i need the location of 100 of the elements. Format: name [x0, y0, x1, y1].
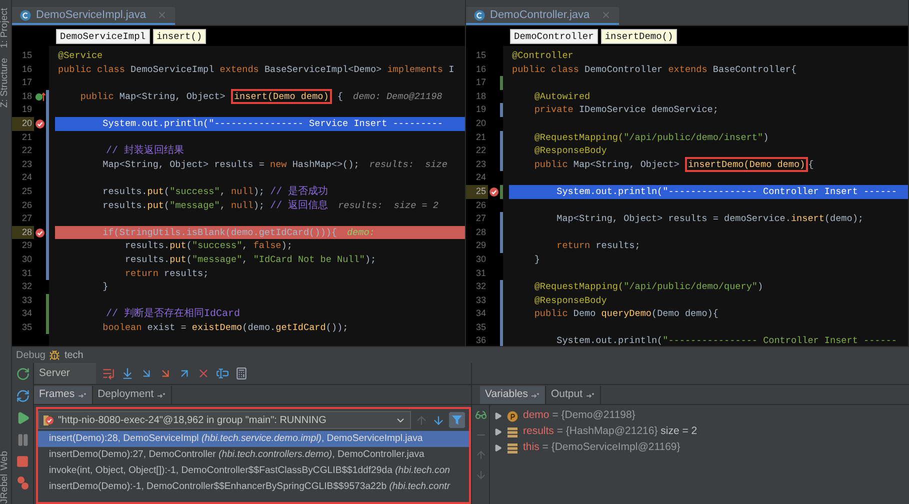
pin-icon[interactable] — [586, 392, 595, 398]
down-arrow-icon[interactable] — [432, 414, 445, 426]
code-line: @RequestMapping("/api/public/demo/insert") — [533, 130, 770, 144]
line-number: 16 — [20, 62, 33, 76]
line-number: 27 — [474, 212, 487, 226]
resume-icon[interactable] — [16, 411, 30, 425]
line-number: 29 — [474, 239, 487, 252]
close-icon[interactable] — [157, 10, 168, 20]
line-number: 33 — [20, 294, 33, 307]
show-execution-point-icon[interactable] — [102, 367, 115, 380]
code-line: return results; — [124, 266, 210, 280]
panel-tab[interactable]: Deployment — [92, 386, 172, 404]
run-to-cursor-icon[interactable] — [216, 367, 229, 380]
file-name: DemoController.java — [490, 8, 590, 23]
pin-icon[interactable] — [531, 392, 540, 398]
line-number: 19 — [474, 103, 487, 116]
pin-icon[interactable] — [78, 392, 87, 398]
panel-tab[interactable]: Variables — [480, 386, 546, 404]
code-line: @Autowired — [533, 90, 592, 104]
line-number: 19 — [20, 103, 33, 116]
file-name: DemoServiceImpl.java — [36, 8, 146, 23]
breakpoint-icon[interactable] — [489, 186, 499, 197]
line-number: 16 — [474, 62, 487, 76]
code-line: @Service — [57, 49, 104, 63]
stop-icon[interactable] — [16, 455, 29, 468]
run-config-name[interactable]: tech — [64, 348, 84, 362]
filter-icon[interactable] — [449, 412, 465, 428]
parameter-icon — [507, 410, 518, 422]
code-line: @ResponseBody — [533, 294, 608, 308]
force-step-into-icon[interactable] — [159, 367, 172, 380]
line-number: 25 — [20, 184, 33, 198]
code-line: boolean exist = existDemo(demo.getIdCard()); — [102, 320, 350, 334]
refresh-icon[interactable] — [16, 389, 30, 403]
line-number: 21 — [20, 130, 33, 144]
thread-dropdown[interactable]: "http-nio-8080-exec-24"@18,962 in group "main": RUNNING — [38, 411, 411, 429]
line-number: 30 — [474, 252, 487, 266]
pause-icon[interactable] — [16, 433, 30, 447]
breadcrumb-item[interactable]: insert() — [152, 28, 206, 44]
variable-text: this = {DemoServiceImpl@21169} — [523, 440, 680, 456]
breadcrumb-item[interactable]: DemoServiceImpl — [56, 28, 150, 44]
code-line: Map<String, Object> results = new HashMap<>(); results: size — [102, 158, 448, 172]
stack-frame[interactable]: insert(Demo):28, DemoServiceImpl (hbi.tech.service.demo.impl), DemoServiceImpl.java — [38, 431, 469, 447]
code-line: results.put("message", null); // 返回信息 results: size = 2 — [102, 198, 440, 212]
line-number: 31 — [20, 266, 33, 280]
stacked-bars-icon — [507, 426, 518, 438]
evaluate-icon[interactable] — [235, 367, 248, 380]
line-number: 23 — [20, 158, 33, 171]
session-tab[interactable]: Server — [34, 363, 96, 384]
code-line: public Map<String, Object> insertDemo(Demo demo) { — [533, 158, 815, 172]
file-tab[interactable]: DemoController.java — [466, 7, 619, 25]
code-line: results.put("message", "IdCard Not be Null"); — [124, 252, 378, 266]
line-number: 22 — [474, 144, 487, 158]
code-line: private IDemoService demoService; — [533, 103, 720, 117]
drop-frame-icon[interactable] — [197, 367, 210, 380]
code-line: public class DemoController extends BaseController{ — [511, 62, 798, 76]
breakpoint-icon[interactable] — [35, 118, 45, 129]
code-line: // 判断是否存在相同IdCard — [105, 307, 242, 321]
line-number: 15 — [20, 49, 33, 62]
line-number: 25 — [466, 184, 488, 199]
step-into-icon[interactable] — [140, 367, 153, 380]
code-line: } — [533, 252, 541, 266]
line-number: 30 — [20, 252, 33, 266]
line-number: 28 — [474, 226, 487, 239]
close-icon[interactable] — [600, 10, 611, 20]
stack-frame[interactable]: invoke(int, Object, Object[]):-1, DemoController$$FastClassByCGLIB$$1ddf29da (hbi.tech.con — [38, 463, 469, 479]
breakpoint-icon[interactable] — [35, 228, 45, 238]
line-number: 22 — [20, 144, 33, 158]
stack-frame[interactable]: insertDemo(Demo):27, DemoController (hbi.tech.controllers.demo), DemoController.java — [38, 447, 469, 463]
line-number: 26 — [20, 198, 33, 212]
up-arrow-badge-icon[interactable] — [34, 92, 46, 102]
breakpoints-icon[interactable] — [16, 476, 30, 490]
line-number: 26 — [474, 198, 487, 212]
panel-tab[interactable]: Frames — [34, 386, 93, 404]
code-line: public class DemoServiceImpl extends BaseServiceImpl<Demo> implements I — [57, 62, 456, 76]
line-number: 35 — [474, 320, 487, 334]
line-number: 35 — [20, 320, 33, 334]
file-tab[interactable]: DemoServiceImpl.java — [12, 7, 176, 25]
breadcrumb-item[interactable]: DemoController — [510, 28, 598, 44]
breadcrumb-item[interactable]: insertDemo() — [600, 28, 678, 44]
code-line: results.put("success", null); // 是否成功 — [102, 184, 330, 199]
code-line: return results; — [556, 239, 642, 253]
line-number: 29 — [20, 239, 33, 252]
line-number: 18 — [20, 90, 33, 103]
pin-icon[interactable] — [156, 392, 166, 398]
line-number: 34 — [20, 307, 33, 320]
line-number: 32 — [20, 280, 33, 294]
code-line: public Demo queryDemo(Demo demo){ — [533, 307, 720, 321]
variable-text: demo = {Demo@21198} — [523, 408, 636, 424]
line-number: 17 — [474, 76, 487, 90]
line-number: 24 — [474, 171, 487, 184]
code-line: results.put("success", false); — [124, 239, 294, 253]
stack-frame[interactable]: insertDemo(Demo):-1, DemoController$$EnhancerBySpringCGLIB$$9573a22b (hbi.tech.contr — [38, 479, 469, 495]
line-number: 27 — [20, 212, 33, 226]
code-line: // 封装返回结果 — [105, 144, 186, 158]
line-number: 32 — [474, 280, 487, 294]
glasses-icon[interactable] — [474, 409, 486, 421]
rerun-icon[interactable] — [16, 367, 30, 381]
stacked-bars-icon — [507, 442, 518, 454]
step-out-icon[interactable] — [178, 367, 191, 380]
step-over-icon[interactable] — [121, 367, 134, 380]
